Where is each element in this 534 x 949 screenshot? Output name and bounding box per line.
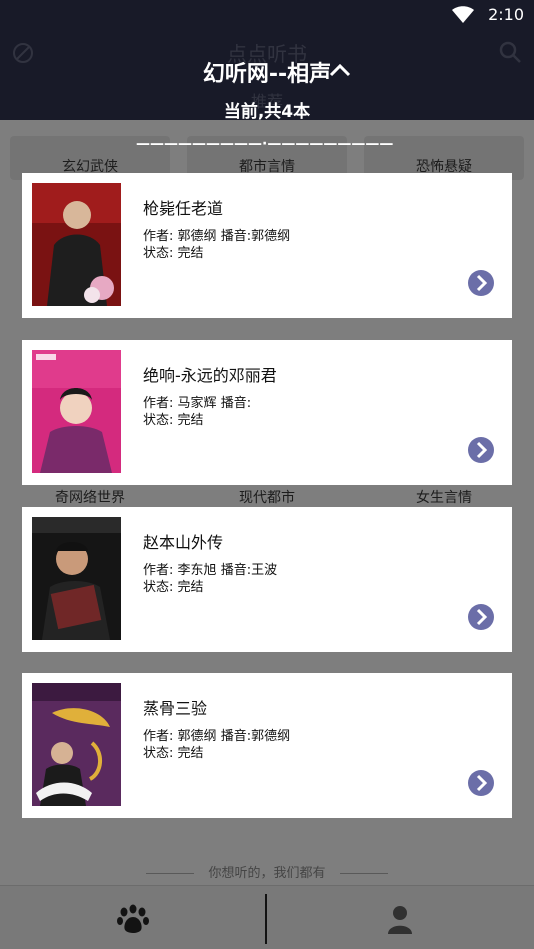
author-label: 作者: — [143, 729, 174, 744]
narrator-label: 播音: — [220, 396, 252, 411]
author-label: 作者: — [143, 229, 174, 244]
chevron-right-icon — [476, 608, 488, 626]
book-count: 当前,共4本 — [223, 102, 311, 122]
book-title: 枪毙任老道 — [143, 199, 224, 218]
open-arrow-button[interactable] — [468, 437, 494, 463]
status-bar: 2:10 — [0, 0, 534, 30]
book-meta: 作者: 李东旭 播音:王波 状态: 完结 — [143, 562, 277, 596]
narrator-value: 郭德纲 — [251, 229, 291, 244]
status-value: 完结 — [177, 746, 204, 761]
chevron-right-icon — [476, 774, 488, 792]
book-card[interactable]: 枪毙任老道 作者: 郭德纲 播音:郭德纲 状态: 完结 — [22, 173, 512, 318]
book-meta: 作者: 马家辉 播音: 状态: 完结 — [143, 395, 251, 429]
book-meta: 作者: 郭德纲 播音:郭德纲 状态: 完结 — [143, 228, 290, 262]
status-label: 状态: — [143, 580, 174, 595]
chevron-right-icon — [476, 274, 488, 292]
open-arrow-button[interactable] — [468, 270, 494, 296]
book-card[interactable]: 绝响-永远的邓丽君 作者: 马家辉 播音: 状态: 完结 — [22, 340, 512, 485]
narrator-label: 播音: — [220, 563, 252, 578]
chevron-up-icon[interactable] — [328, 60, 352, 80]
author-value: 郭德纲 — [177, 729, 217, 744]
status-label: 状态: — [143, 413, 174, 428]
status-value: 完结 — [177, 580, 204, 595]
wifi-icon — [452, 6, 474, 23]
book-title: 赵本山外传 — [143, 533, 224, 552]
book-title: 蒸骨三验 — [143, 699, 208, 718]
separator-line: —————————·————————— — [136, 136, 394, 152]
narrator-value: 郭德纲 — [251, 729, 291, 744]
chevron-right-icon — [476, 441, 488, 459]
book-card[interactable]: 蒸骨三验 作者: 郭德纲 播音:郭德纲 状态: 完结 — [22, 673, 512, 818]
status-time: 2:10 — [488, 5, 524, 24]
book-title: 绝响-永远的邓丽君 — [143, 366, 277, 385]
author-label: 作者: — [143, 563, 174, 578]
author-value: 李东旭 — [177, 563, 217, 578]
book-cover — [32, 183, 121, 306]
narrator-value: 王波 — [251, 563, 278, 578]
book-cover — [32, 517, 121, 640]
narrator-label: 播音: — [220, 729, 252, 744]
book-meta: 作者: 郭德纲 播音:郭德纲 状态: 完结 — [143, 728, 290, 762]
author-value: 马家辉 — [177, 396, 217, 411]
status-label: 状态: — [143, 246, 174, 261]
status-label: 状态: — [143, 746, 174, 761]
narrator-label: 播音: — [220, 229, 252, 244]
popup-title: 幻听网--相声 — [202, 62, 332, 87]
open-arrow-button[interactable] — [468, 604, 494, 630]
book-card[interactable]: 赵本山外传 作者: 李东旭 播音:王波 状态: 完结 — [22, 507, 512, 652]
book-cover — [32, 683, 121, 806]
open-arrow-button[interactable] — [468, 770, 494, 796]
status-value: 完结 — [177, 413, 204, 428]
author-label: 作者: — [143, 396, 174, 411]
status-value: 完结 — [177, 246, 204, 261]
author-value: 郭德纲 — [177, 229, 217, 244]
book-cover — [32, 350, 121, 473]
